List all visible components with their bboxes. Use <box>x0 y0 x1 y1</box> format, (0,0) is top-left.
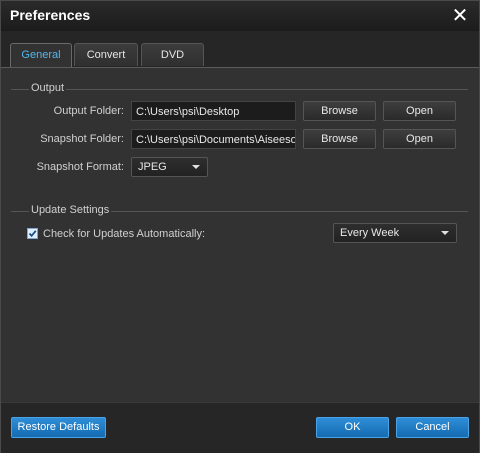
update-section-label: Update Settings <box>29 204 112 216</box>
snapshot-format-label: Snapshot Format: <box>36 161 124 173</box>
ok-button[interactable]: OK <box>316 417 389 438</box>
cancel-button[interactable]: Cancel <box>396 417 469 438</box>
snapshot-browse-button[interactable]: Browse <box>303 129 376 149</box>
tab-strip: General Convert DVD <box>1 31 479 67</box>
snapshot-folder-label: Snapshot Folder: <box>40 133 124 145</box>
restore-defaults-button[interactable]: Restore Defaults <box>11 417 106 438</box>
auto-update-label: Check for Updates Automatically: <box>43 228 206 240</box>
title-bar: Preferences ✕ <box>1 1 479 31</box>
close-icon[interactable]: ✕ <box>450 6 470 26</box>
tab-dvd[interactable]: DVD <box>141 43 204 66</box>
snapshot-format-select[interactable]: JPEG <box>131 157 208 177</box>
output-folder-label: Output Folder: <box>53 105 124 117</box>
auto-update-checkbox[interactable] <box>27 228 38 239</box>
chevron-down-icon <box>441 231 449 235</box>
dialog-title: Preferences <box>10 7 91 23</box>
checkmark-icon <box>28 230 37 238</box>
snapshot-format-value: JPEG <box>138 161 167 173</box>
update-frequency-value: Every Week <box>340 227 400 239</box>
preferences-dialog: Preferences ✕ General Convert DVD Output… <box>0 0 480 453</box>
output-browse-button[interactable]: Browse <box>303 101 376 121</box>
general-panel: Output Output Folder: C:\Users\psi\Deskt… <box>1 67 479 403</box>
chevron-down-icon <box>192 165 200 169</box>
snapshot-open-button[interactable]: Open <box>383 129 456 149</box>
update-frequency-select[interactable]: Every Week <box>333 223 457 243</box>
snapshot-folder-field[interactable]: C:\Users\psi\Documents\Aiseesoft <box>131 129 296 149</box>
output-section-label: Output <box>29 82 67 94</box>
output-folder-field[interactable]: C:\Users\psi\Desktop <box>131 101 296 121</box>
tab-general[interactable]: General <box>10 43 72 67</box>
output-open-button[interactable]: Open <box>383 101 456 121</box>
dialog-footer: Restore Defaults OK Cancel <box>1 402 479 453</box>
output-section-divider <box>11 89 468 90</box>
tab-convert[interactable]: Convert <box>74 43 138 66</box>
